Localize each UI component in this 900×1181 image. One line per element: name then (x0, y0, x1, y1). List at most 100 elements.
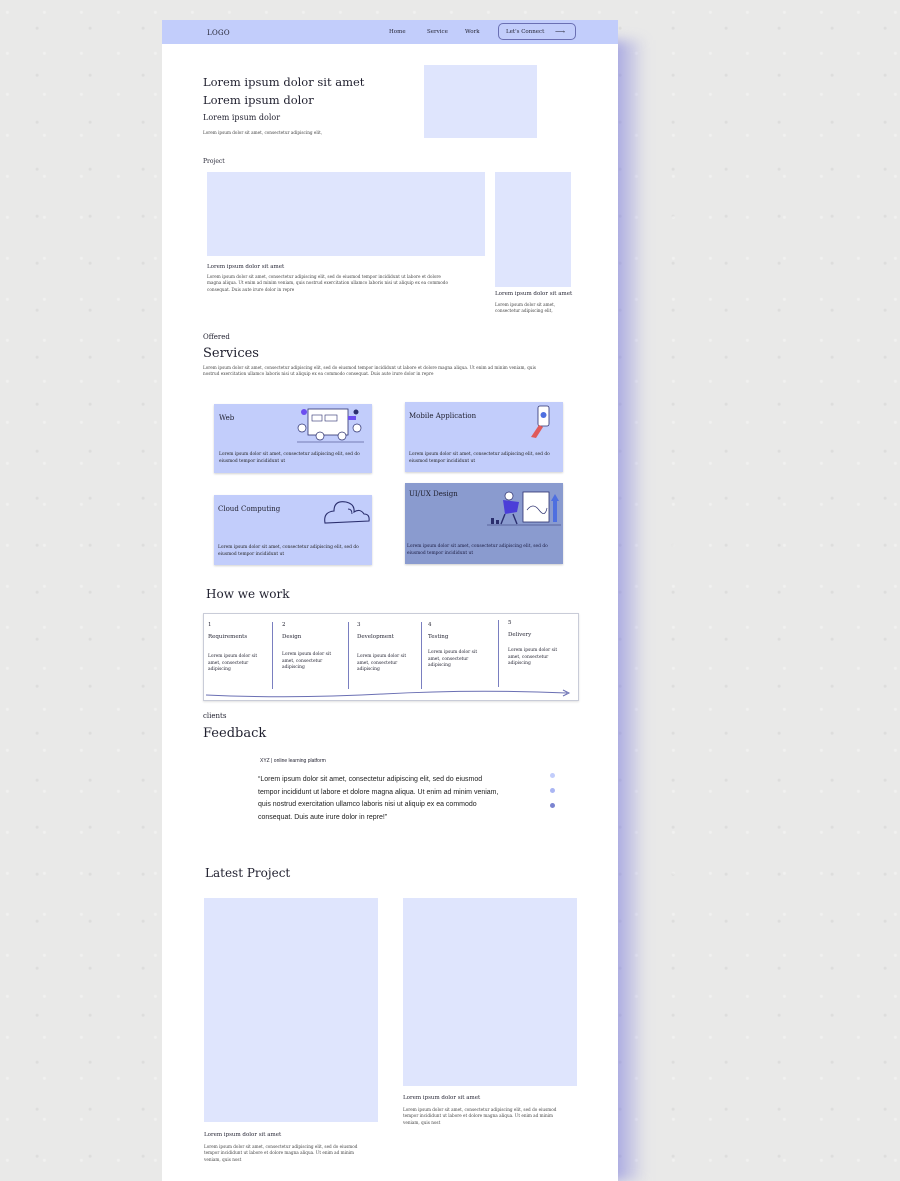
step-title: Development (357, 634, 394, 640)
service-card-desc: Lorem ipsum dolor sit amet, consectetur … (218, 545, 359, 558)
step-desc: Lorem ipsum dolor sit amet, consectetur … (508, 648, 557, 668)
step-number: 5 (508, 620, 512, 626)
testimonial-source: XYZ | online learning platform (260, 758, 326, 764)
step-number: 3 (357, 622, 361, 628)
step-desc-line: adipiscing (208, 667, 231, 672)
service-card-desc-line: eiusmod tempor incididunt ut (219, 458, 286, 464)
services-eyebrow: Offered (203, 333, 230, 341)
project-main-image[interactable] (207, 172, 485, 256)
web-team-illustration-icon (297, 408, 364, 443)
nav-link-service[interactable]: Service (427, 29, 448, 35)
latest-project-title: Latest Project (205, 866, 291, 880)
cloud-outline-icon (324, 501, 370, 524)
testimonial-quote-line: consequat. Duis aute irure dolor in repr… (258, 813, 388, 821)
step-desc-line: Lorem ipsum dolor sit (508, 648, 558, 653)
feedback-title: Feedback (203, 726, 267, 741)
project-main-body-line: consequat. Duis aute irure dolor in repr… (207, 286, 295, 292)
latest-project-body-line: tempor incididunt ut labore et dolore ma… (403, 1113, 553, 1119)
service-card-desc-line: eiusmod tempor incididunt ut (409, 458, 476, 464)
step-requirements: 1 Requirements Lorem ipsum dolor sit ame… (208, 622, 257, 674)
service-card-cloud[interactable]: Cloud Computing Lorem ipsum dolor sit am… (214, 495, 372, 565)
latest-project-item-body: Lorem ipsum dolor sit amet, consectetur … (204, 1144, 357, 1163)
services-body-line: nostrud exercitation ullamco laboris nis… (203, 371, 434, 377)
nav-link-home[interactable]: Home (389, 29, 406, 35)
latest-project-item-title: Lorem ipsum dolor sit amet (204, 1132, 282, 1138)
carousel-dot-3[interactable] (550, 803, 555, 808)
step-delivery: 5 Delivery Lorem ipsum dolor sit amet, c… (508, 620, 557, 668)
step-desc: Lorem ipsum dolor sit amet, consectetur … (282, 652, 331, 672)
step-desc: Lorem ipsum dolor sit amet, consectetur … (357, 654, 406, 674)
hero-subtitle: Lorem ipsum dolor (203, 113, 281, 122)
latest-project-item-body: Lorem ipsum dolor sit amet, consectetur … (403, 1107, 556, 1126)
latest-project-body-line: veniam, quis nost (204, 1156, 242, 1162)
project-main-title: Lorem ipsum dolor sit amet (207, 264, 285, 270)
hero-title-2: Lorem ipsum dolor (203, 93, 314, 107)
service-card-mobile[interactable]: Mobile Application Lorem ipsum dolor sit… (405, 402, 563, 472)
hero-image-placeholder (424, 65, 537, 138)
project-label: Project (203, 158, 225, 165)
latest-project-body-line: veniam, quis nost (403, 1119, 441, 1125)
project-side-title: Lorem ipsum dolor sit amet (495, 291, 573, 297)
logo[interactable]: LOGO (207, 29, 230, 37)
step-number: 2 (282, 622, 286, 628)
hero-body: Lorem ipsum dolor sit amet, consectetur … (203, 130, 323, 135)
project-side-image[interactable] (495, 172, 571, 287)
service-card-desc: Lorem ipsum dolor sit amet, consectetur … (409, 452, 550, 465)
service-card-desc: Lorem ipsum dolor sit amet, consectetur … (219, 452, 360, 465)
step-divider (348, 622, 349, 689)
step-divider (421, 622, 422, 689)
project-main-body: Lorem ipsum dolor sit amet, consectetur … (207, 274, 448, 293)
step-desc-line: adipiscing (428, 663, 451, 668)
step-desc-line: Lorem ipsum dolor sit (357, 654, 407, 659)
step-testing: 4 Testing Lorem ipsum dolor sit amet, co… (428, 622, 477, 670)
service-card-desc-line: Lorem ipsum dolor sit amet, consectetur … (219, 452, 360, 457)
process-arrow-icon (205, 689, 571, 698)
service-card-desc-line: eiusmod tempor incididunt ut (407, 550, 474, 556)
step-title: Requirements (208, 634, 248, 640)
lets-connect-button[interactable]: Let's Connect ⟶ (498, 23, 576, 40)
testimonial-quote-line: quis nostrud exercitation ullamco labori… (258, 801, 477, 808)
latest-project-item-title: Lorem ipsum dolor sit amet (403, 1095, 481, 1101)
project-side-body-line: consectetur adipiscing elit, (495, 308, 553, 314)
service-card-title: UI/UX Design (409, 490, 458, 498)
step-number: 4 (428, 622, 432, 628)
step-desc-line: Lorem ipsum dolor sit (208, 654, 258, 659)
step-title: Design (282, 634, 302, 640)
feedback-eyebrow: clients (203, 712, 227, 720)
step-design: 2 Design Lorem ipsum dolor sit amet, con… (282, 622, 331, 672)
carousel-dot-1[interactable] (550, 773, 555, 778)
project-side-body: Lorem ipsum dolor sit amet, consectetur … (495, 302, 555, 315)
service-card-uiux[interactable]: UI/UX Design Lorem ipsum dolor sit amet,… (405, 483, 563, 564)
step-divider (498, 620, 499, 687)
services-body: Lorem ipsum dolor sit amet, consectetur … (203, 365, 536, 378)
testimonial-quote-line: tempor incididunt ut labore et dolore ma… (258, 788, 499, 796)
nav-link-work[interactable]: Work (465, 29, 480, 35)
latest-project-image-2[interactable] (403, 898, 577, 1086)
project-main-body-line: magna aliqua. Ut enim ad minim veniam, q… (207, 280, 448, 286)
service-card-web[interactable]: Web Lorem ipsum dolor sit amet, consecte… (214, 404, 372, 473)
long-arrow-right-icon: ⟶ (555, 28, 566, 36)
step-development: 3 Development Lorem ipsum dolor sit amet… (357, 622, 406, 674)
carousel-dot-2[interactable] (550, 788, 555, 793)
webpage-mockup: LOGO Home Service Work Let's Connect ⟶ L… (162, 20, 618, 1181)
step-desc: Lorem ipsum dolor sit amet, consectetur … (428, 650, 477, 670)
service-card-desc-line: Lorem ipsum dolor sit amet, consectetur … (409, 452, 550, 457)
service-card-desc-line: eiusmod tempor incididunt ut (218, 551, 285, 557)
services-title: Services (203, 346, 259, 361)
mobile-hand-illustration-icon (531, 405, 550, 438)
step-desc-line: Lorem ipsum dolor sit (428, 650, 478, 655)
service-card-title: Web (219, 414, 235, 422)
lets-connect-label: Let's Connect (506, 29, 545, 35)
designer-illustration-icon (487, 491, 561, 526)
service-card-desc-line: Lorem ipsum dolor sit amet, consectetur … (407, 544, 548, 549)
step-number: 1 (208, 622, 212, 628)
step-desc-line: Lorem ipsum dolor sit (282, 652, 332, 657)
hero-title-1: Lorem ipsum dolor sit amet (203, 75, 365, 89)
how-we-work-title: How we work (206, 587, 290, 601)
step-title: Testing (428, 634, 449, 640)
step-desc-line: adipiscing (508, 661, 531, 666)
step-divider (272, 622, 273, 689)
step-desc-line: adipiscing (282, 665, 305, 670)
service-card-title: Mobile Application (409, 412, 477, 420)
latest-project-image-1[interactable] (204, 898, 378, 1122)
